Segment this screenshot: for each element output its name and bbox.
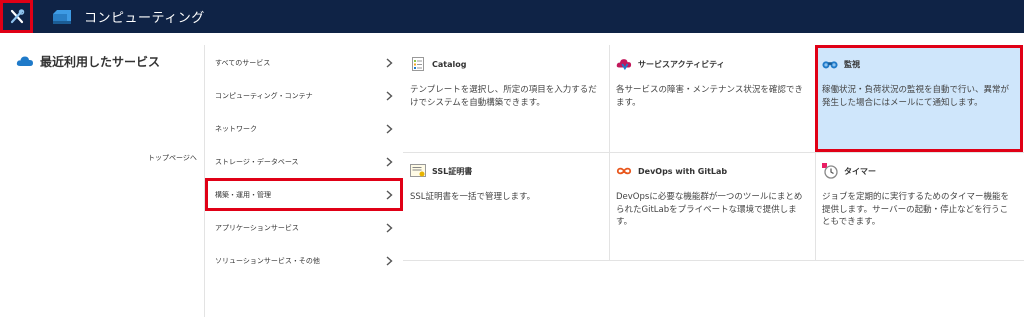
binoculars-icon — [822, 57, 838, 71]
service-card[interactable]: DevOps with GitLab DevOpsに必要な機能群が一つのツールにま… — [609, 152, 815, 260]
category-item[interactable]: ソリューションサービス・その他 — [205, 244, 403, 277]
service-title: サービスアクティビティ — [638, 59, 725, 69]
recent-services[interactable]: 最近利用したサービス — [16, 52, 160, 71]
service-card-header: SSL証明書 — [410, 164, 609, 178]
category-item[interactable]: ストレージ・データベース — [205, 145, 403, 178]
service-card-header: Catalog — [410, 57, 609, 71]
menu-button[interactable] — [0, 0, 33, 33]
category-item[interactable]: コンピューティング・コンテナ — [205, 79, 403, 112]
certificate-icon — [410, 164, 426, 178]
service-title: タイマー — [844, 166, 876, 176]
service-title: 監視 — [844, 59, 860, 69]
service-card[interactable]: タイマージョブを定期的に実行するためのタイマー機能を提供します。サーバーの起動・… — [815, 152, 1021, 260]
catalog-list-icon — [410, 57, 426, 71]
chevron-right-icon — [386, 123, 393, 136]
category-item[interactable]: すべてのサービス — [205, 46, 403, 79]
service-description: テンプレートを選択し、所定の項目を入力するだけでシステムを自動構築できます。 — [410, 85, 597, 108]
service-card[interactable]: サービスアクティビティ各サービスの障害・メンテナンス状況を確認できます。 — [609, 45, 815, 153]
service-card[interactable]: Catalog テンプレートを選択し、所定の項目を入力するだけでシステムを自動構築… — [403, 45, 609, 153]
cloud-icon — [16, 52, 34, 71]
category-item[interactable]: アプリケーションサービス — [205, 211, 403, 244]
top-page-link[interactable]: トップページへ — [148, 153, 197, 163]
recent-services-label: 最近利用したサービス — [40, 55, 161, 69]
category-label: アプリケーションサービス — [215, 223, 299, 232]
service-card-header: サービスアクティビティ — [616, 57, 815, 71]
top-bar: コンピューティング — [0, 0, 1024, 33]
chevron-right-icon — [386, 222, 393, 235]
service-title: Catalog — [432, 59, 467, 69]
service-card-header: DevOps with GitLab — [616, 164, 815, 178]
service-description: DevOpsに必要な機能群が一つのツールにまとめられたGitLabをプライベート… — [616, 192, 803, 227]
category-label: ソリューションサービス・その他 — [215, 256, 320, 265]
service-card-header: タイマー — [822, 163, 1021, 179]
category-item[interactable]: 構築・運用・管理 — [205, 178, 403, 211]
category-label: すべてのサービス — [215, 58, 271, 67]
page-title: コンピューティング — [84, 11, 205, 26]
service-description: ジョブを定期的に実行するためのタイマー機能を提供します。サーバーの起動・停止など… — [822, 192, 1010, 227]
service-card-header: 監視 — [822, 57, 1020, 71]
service-title: SSL証明書 — [432, 166, 473, 176]
category-label: コンピューティング・コンテナ — [215, 91, 313, 100]
category-label: ネットワーク — [215, 124, 257, 133]
chevron-right-icon — [386, 90, 393, 103]
server-box-icon — [51, 9, 73, 29]
chevron-right-icon — [386, 255, 393, 268]
service-card[interactable]: 監視稼働状況・負荷状況の監視を自動で行い、異常が発生した場合にはメールにて通知し… — [815, 45, 1023, 152]
chevron-right-icon — [386, 57, 393, 70]
service-description: SSL証明書を一括で管理します。 — [410, 192, 536, 202]
wrench-cross-icon — [9, 8, 25, 25]
service-title: DevOps with GitLab — [638, 166, 728, 176]
service-description: 各サービスの障害・メンテナンス状況を確認できます。 — [616, 85, 803, 108]
category-item[interactable]: ネットワーク — [205, 112, 403, 145]
category-label: 構築・運用・管理 — [215, 190, 271, 199]
service-card[interactable]: SSL証明書 SSL証明書を一括で管理します。 — [403, 152, 609, 260]
chevron-right-icon — [386, 189, 393, 202]
cloud-activity-icon — [616, 57, 632, 71]
chevron-right-icon — [386, 156, 393, 169]
category-label: ストレージ・データベース — [215, 157, 299, 166]
service-description: 稼働状況・負荷状況の監視を自動で行い、異常が発生した場合にはメールにて通知します… — [822, 85, 1010, 108]
grid-divider — [403, 260, 1024, 261]
infinity-icon — [616, 164, 632, 178]
timer-clock-icon — [822, 163, 838, 179]
